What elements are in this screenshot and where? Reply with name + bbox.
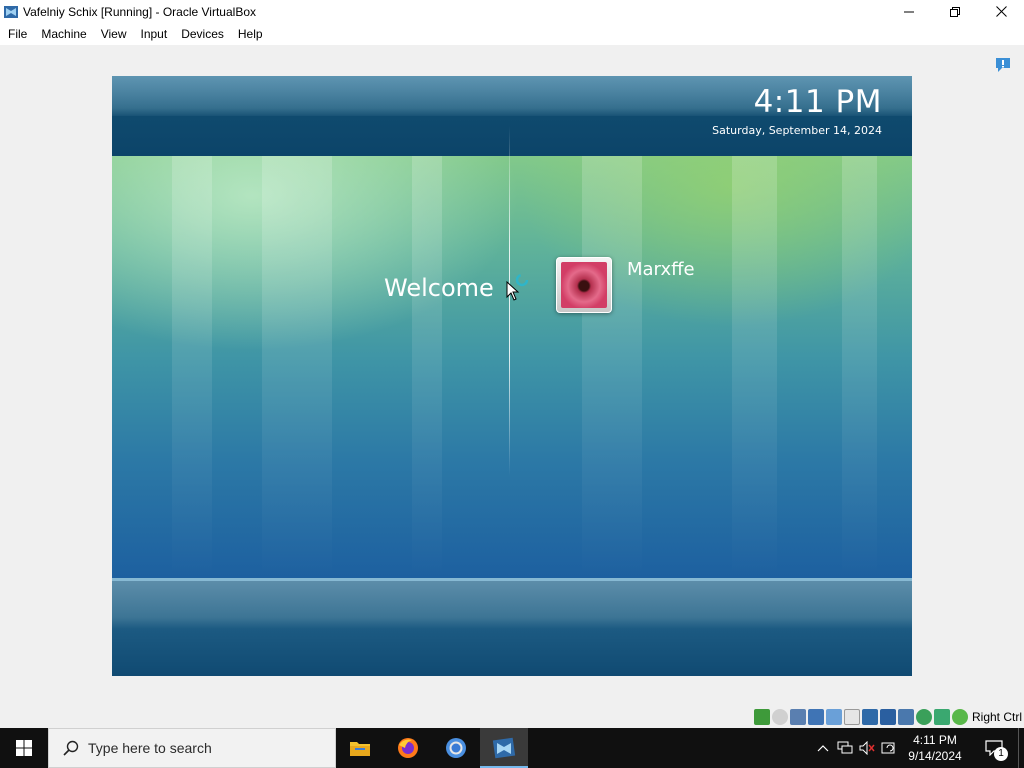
taskbar-clock[interactable]: 4:11 PM 9/14/2024 — [900, 728, 970, 768]
virtualbox-icon — [492, 737, 516, 759]
volume-muted-icon — [859, 741, 875, 755]
shared-folders-icon[interactable] — [843, 709, 860, 725]
windows-logo-icon — [16, 740, 32, 756]
light-streak — [412, 156, 442, 578]
minimize-button[interactable] — [886, 0, 932, 23]
guest-footer-highlight — [112, 578, 912, 581]
menu-help[interactable]: Help — [231, 25, 270, 43]
welcome-text: Welcome — [384, 274, 494, 302]
notification-count-badge: 1 — [994, 747, 1008, 761]
audio-icon[interactable] — [789, 709, 806, 725]
host-key-label: Right Ctrl — [971, 710, 1022, 724]
taskbar-date: 9/14/2024 — [908, 749, 962, 763]
light-streak — [842, 156, 877, 578]
start-button[interactable] — [0, 728, 48, 768]
device-sync-icon — [881, 742, 895, 754]
window-controls — [886, 0, 1024, 23]
guest-additions-icon[interactable] — [915, 709, 932, 725]
user-account-tile[interactable] — [556, 257, 612, 313]
virtualbox-icon — [4, 5, 18, 18]
search-icon — [63, 740, 79, 756]
usb-icon[interactable] — [825, 709, 842, 725]
light-streak — [172, 156, 212, 578]
video-capture-icon[interactable] — [879, 709, 896, 725]
network-icon — [837, 741, 853, 754]
taskbar-app-virtualbox[interactable] — [480, 728, 528, 768]
action-center-button[interactable]: 1 — [970, 728, 1018, 768]
mouse-integration-icon[interactable] — [951, 709, 968, 725]
guest-screen[interactable]: 4:11 PM Saturday, September 14, 2024 Wel… — [112, 76, 912, 676]
light-streak — [262, 156, 332, 578]
user-avatar — [561, 262, 607, 308]
menu-file[interactable]: File — [1, 25, 34, 43]
show-hidden-icons-button[interactable] — [812, 728, 834, 768]
taskbar-time: 4:11 PM — [913, 733, 957, 747]
minimize-icon — [904, 11, 914, 12]
restore-icon — [950, 6, 960, 17]
network-icon[interactable] — [807, 709, 824, 725]
chevron-up-icon — [817, 745, 829, 752]
menu-view[interactable]: View — [94, 25, 134, 43]
vm-display-area: 4:11 PM Saturday, September 14, 2024 Wel… — [0, 45, 1024, 727]
optical-drive-icon[interactable] — [771, 709, 788, 725]
guest-login-background — [112, 156, 912, 578]
login-divider — [509, 126, 510, 476]
taskbar-search-box[interactable]: Type here to search — [48, 728, 336, 768]
close-button[interactable] — [978, 0, 1024, 23]
taskbar-app-file-explorer[interactable] — [336, 728, 384, 768]
hard-disk-icon[interactable] — [753, 709, 770, 725]
guest-date: Saturday, September 14, 2024 — [712, 124, 882, 137]
menu-bar: File Machine View Input Devices Help — [0, 23, 1024, 45]
taskbar-app-chrome[interactable] — [432, 728, 480, 768]
taskbar-app-firefox[interactable] — [384, 728, 432, 768]
display-icon[interactable] — [861, 709, 878, 725]
file-explorer-icon — [350, 742, 370, 756]
search-placeholder: Type here to search — [88, 740, 212, 756]
ime-tray-button[interactable] — [878, 728, 900, 768]
menu-devices[interactable]: Devices — [174, 25, 231, 43]
close-icon — [995, 6, 1007, 17]
chrome-icon — [446, 738, 466, 758]
menu-machine[interactable]: Machine — [34, 25, 93, 43]
recording-icon[interactable] — [897, 709, 914, 725]
mouse-cursor-icon — [506, 281, 520, 301]
user-name[interactable]: Marxffe — [627, 259, 695, 280]
restore-button[interactable] — [932, 0, 978, 23]
taskbar: Type here to search 4:11 PM 9/14/2024 1 — [0, 728, 1024, 768]
light-streak — [582, 156, 642, 578]
show-desktop-button[interactable] — [1018, 728, 1024, 768]
cpu-icon[interactable] — [933, 709, 950, 725]
menu-input[interactable]: Input — [134, 25, 175, 43]
guest-footer-band — [112, 578, 912, 676]
firefox-icon — [398, 738, 418, 758]
window-title: Vafelniy Schix [Running] - Oracle Virtua… — [23, 4, 256, 19]
volume-tray-button[interactable] — [856, 728, 878, 768]
title-bar: Vafelniy Schix [Running] - Oracle Virtua… — [0, 0, 1024, 23]
network-tray-button[interactable] — [834, 728, 856, 768]
guest-clock: 4:11 PM — [753, 84, 882, 120]
system-tray: 4:11 PM 9/14/2024 1 — [812, 728, 1024, 768]
light-streak — [732, 156, 777, 578]
vm-status-bar: Right Ctrl — [753, 708, 1024, 726]
notification-icon[interactable] — [994, 56, 1012, 74]
